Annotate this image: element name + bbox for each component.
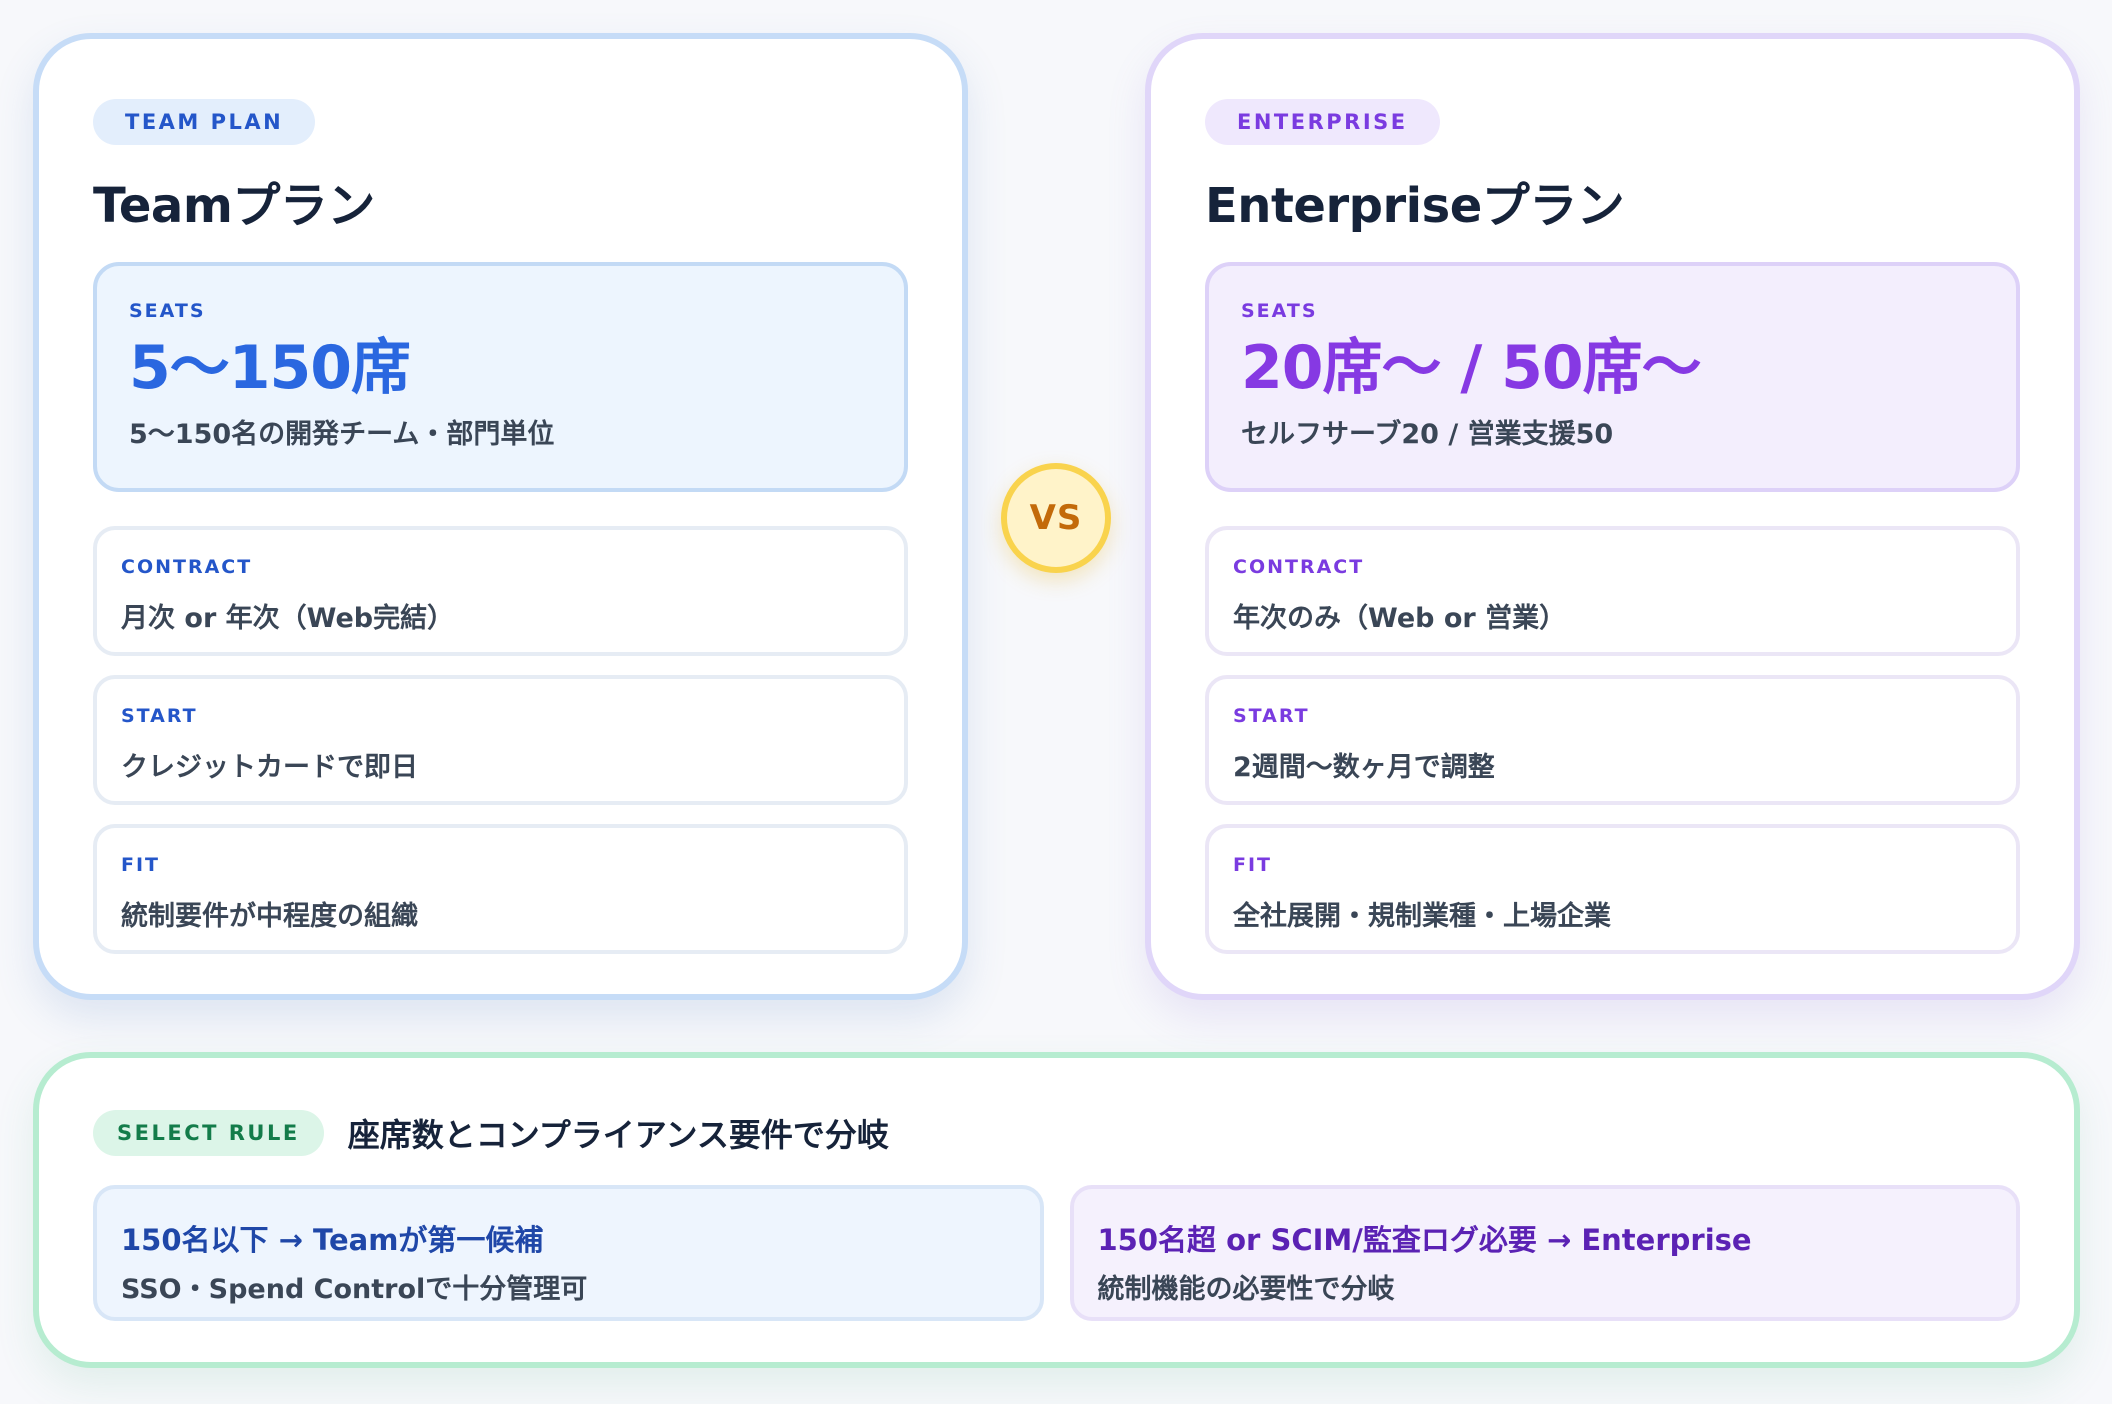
enterprise-seats-description: セルフサーブ20 / 営業支援50 — [1241, 419, 1614, 450]
rule-box-enterprise-head: 150名超 or SCIM/監査ログ必要 → Enterprise — [1097, 1223, 1752, 1257]
team-fit-row: FIT 統制要件が中程度の組織 — [93, 824, 908, 954]
team-seats-value: 5〜150席 — [129, 333, 411, 403]
enterprise-start-value: 2週間〜数ヶ月で調整 — [1233, 752, 1495, 783]
enterprise-seats-value: 20席〜 / 50席〜 — [1241, 333, 1702, 403]
team-contract-value: 月次 or 年次（Web完結） — [121, 603, 455, 634]
select-rule-panel: SELECT RULE 座席数とコンプライアンス要件で分岐 150名以下 → T… — [33, 1052, 2080, 1368]
rule-box-team: 150名以下 → Teamが第一候補 SSO・Spend Controlで十分管… — [93, 1185, 1044, 1321]
rule-box-team-head: 150名以下 → Teamが第一候補 — [121, 1223, 544, 1257]
rule-box-team-body: SSO・Spend Controlで十分管理可 — [121, 1274, 588, 1305]
enterprise-start-label: START — [1233, 705, 1310, 727]
team-seats-description: 5〜150名の開発チーム・部門単位 — [129, 419, 555, 450]
enterprise-plan-title: Enterpriseプラン — [1205, 178, 1625, 234]
enterprise-contract-value: 年次のみ（Web or 営業） — [1233, 603, 1567, 634]
team-contract-label: CONTRACT — [121, 556, 253, 578]
rule-box-enterprise-body: 統制機能の必要性で分岐 — [1097, 1274, 1395, 1305]
enterprise-fit-row: FIT 全社展開・規制業種・上場企業 — [1205, 824, 2020, 954]
enterprise-seats-panel: SEATS 20席〜 / 50席〜 セルフサーブ20 / 営業支援50 — [1205, 262, 2020, 492]
enterprise-fit-label: FIT — [1233, 854, 1273, 876]
enterprise-fit-value: 全社展開・規制業種・上場企業 — [1233, 901, 1611, 932]
select-rule-header: SELECT RULE 座席数とコンプライアンス要件で分岐 — [93, 1110, 2020, 1156]
enterprise-plan-card: ENTERPRISE Enterpriseプラン SEATS 20席〜 / 50… — [1145, 33, 2080, 1000]
enterprise-contract-label: CONTRACT — [1233, 556, 1365, 578]
team-seats-panel: SEATS 5〜150席 5〜150名の開発チーム・部門単位 — [93, 262, 908, 492]
rule-box-enterprise: 150名超 or SCIM/監査ログ必要 → Enterprise 統制機能の必… — [1069, 1185, 2020, 1321]
enterprise-plan-badge: ENTERPRISE — [1205, 99, 1440, 145]
team-plan-title: Teamプラン — [93, 178, 375, 234]
select-rule-title: 座席数とコンプライアンス要件で分岐 — [347, 1116, 889, 1154]
enterprise-seats-label: SEATS — [1241, 300, 1318, 322]
select-rule-badge: SELECT RULE — [93, 1110, 324, 1156]
vs-badge: VS — [1001, 463, 1111, 573]
select-rule-boxes: 150名以下 → Teamが第一候補 SSO・Spend Controlで十分管… — [93, 1185, 2020, 1321]
team-start-value: クレジットカードで即日 — [121, 752, 418, 783]
enterprise-start-row: START 2週間〜数ヶ月で調整 — [1205, 675, 2020, 805]
team-start-label: START — [121, 705, 198, 727]
team-plan-card: TEAM PLAN Teamプラン SEATS 5〜150席 5〜150名の開発… — [33, 33, 968, 1000]
team-plan-badge: TEAM PLAN — [93, 99, 316, 145]
team-contract-row: CONTRACT 月次 or 年次（Web完結） — [93, 526, 908, 656]
team-fit-label: FIT — [121, 854, 161, 876]
enterprise-contract-row: CONTRACT 年次のみ（Web or 営業） — [1205, 526, 2020, 656]
team-seats-label: SEATS — [129, 300, 206, 322]
team-fit-value: 統制要件が中程度の組織 — [121, 901, 418, 932]
team-start-row: START クレジットカードで即日 — [93, 675, 908, 805]
